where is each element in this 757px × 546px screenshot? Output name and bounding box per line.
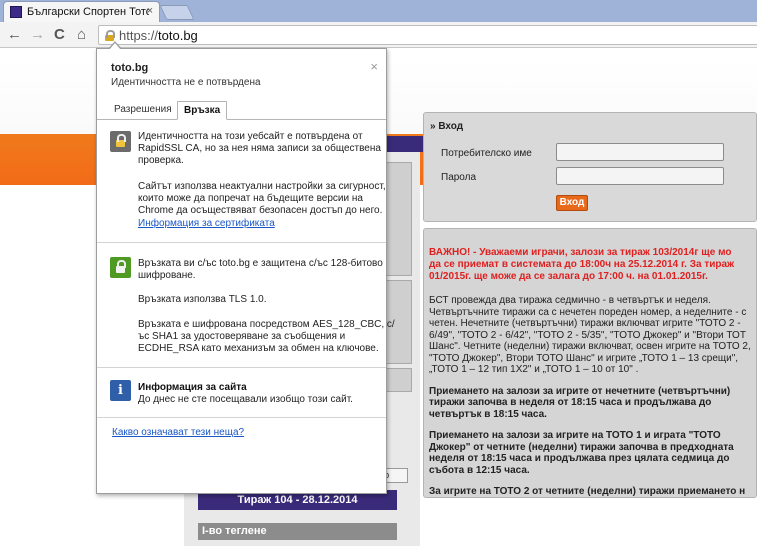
cipher-text: Връзката е шифрована посредством AES_128…	[138, 319, 395, 354]
news-paragraph: Приемането на залози за игрите на ТОТО 1…	[429, 430, 734, 476]
warning-lock-icon	[110, 131, 131, 152]
security-lock-icon[interactable]	[104, 29, 115, 41]
back-icon[interactable]: ←	[7, 26, 22, 44]
news-body: БСТ провежда два тиража седмично - в чет…	[429, 295, 751, 375]
tab-close-icon[interactable]: ×	[147, 5, 153, 17]
url-scheme: https://	[119, 27, 159, 43]
news-panel: ВАЖНО! - Уважаеми играчи, залози за тира…	[423, 228, 757, 498]
site-info-text: До днес не сте посещавали изобщо този са…	[138, 394, 353, 405]
info-icon: i	[110, 380, 131, 401]
site-info-popup: toto.bg Идентичността не е потвърдена × …	[96, 48, 395, 494]
tls-text: Връзката използва TLS 1.0.	[138, 294, 267, 305]
home-icon[interactable]: ⌂	[77, 26, 86, 44]
tab-permissions[interactable]: Разрешения	[108, 101, 178, 120]
settings-warning-text: Сайтът използва неактуални настройки за …	[138, 181, 386, 216]
news-paragraph: Приемането на залози за игрите от нечетн…	[429, 385, 731, 420]
help-link[interactable]: Какво означават тези неща?	[112, 427, 244, 438]
tab-strip: Български Спортен Тото ×	[0, 0, 757, 22]
encryption-text: Връзката ви с/ъс toto.bg е защитена с/ъс…	[138, 258, 383, 281]
popup-host: toto.bg	[111, 62, 149, 74]
divider	[97, 367, 386, 368]
divider	[97, 417, 386, 418]
new-tab-button[interactable]	[159, 5, 195, 20]
username-label: Потребителско име	[441, 148, 532, 159]
username-input[interactable]	[556, 143, 724, 161]
secure-lock-icon	[110, 257, 131, 278]
url-host: toto.bg	[158, 27, 198, 43]
login-panel: » Вход Потребителско име Парола Вход	[423, 112, 757, 222]
reload-icon[interactable]: C	[54, 26, 65, 44]
tab-title: Български Спортен Тото	[27, 6, 149, 18]
login-title: » Вход	[430, 121, 464, 132]
popup-subtitle: Идентичността не е потвърдена	[111, 77, 261, 88]
address-bar[interactable]: https:// toto.bg	[98, 25, 757, 45]
divider	[97, 242, 386, 243]
draw-subtitle: I-во теглене	[198, 523, 397, 540]
site-favicon-icon	[10, 6, 22, 18]
browser-tab[interactable]: Български Спортен Тото ×	[3, 1, 160, 22]
password-label: Парола	[441, 172, 477, 183]
news-alert: ВАЖНО! - Уважаеми играчи, залози за тира…	[429, 247, 735, 282]
forward-icon[interactable]: →	[30, 26, 45, 44]
certificate-info-link[interactable]: Информация за сертификата	[138, 218, 275, 229]
password-input[interactable]	[556, 167, 724, 185]
identity-text: Идентичността на този уебсайт е потвърде…	[138, 131, 381, 166]
popup-caret-inner	[109, 43, 121, 50]
site-info-title: Информация за сайта	[138, 382, 247, 393]
login-button[interactable]: Вход	[556, 195, 588, 211]
news-paragraph: За игрите на ТОТО 2 от четните (неделни)…	[429, 486, 746, 497]
tab-connection[interactable]: Връзка	[177, 101, 228, 120]
close-icon[interactable]: ×	[370, 59, 378, 74]
